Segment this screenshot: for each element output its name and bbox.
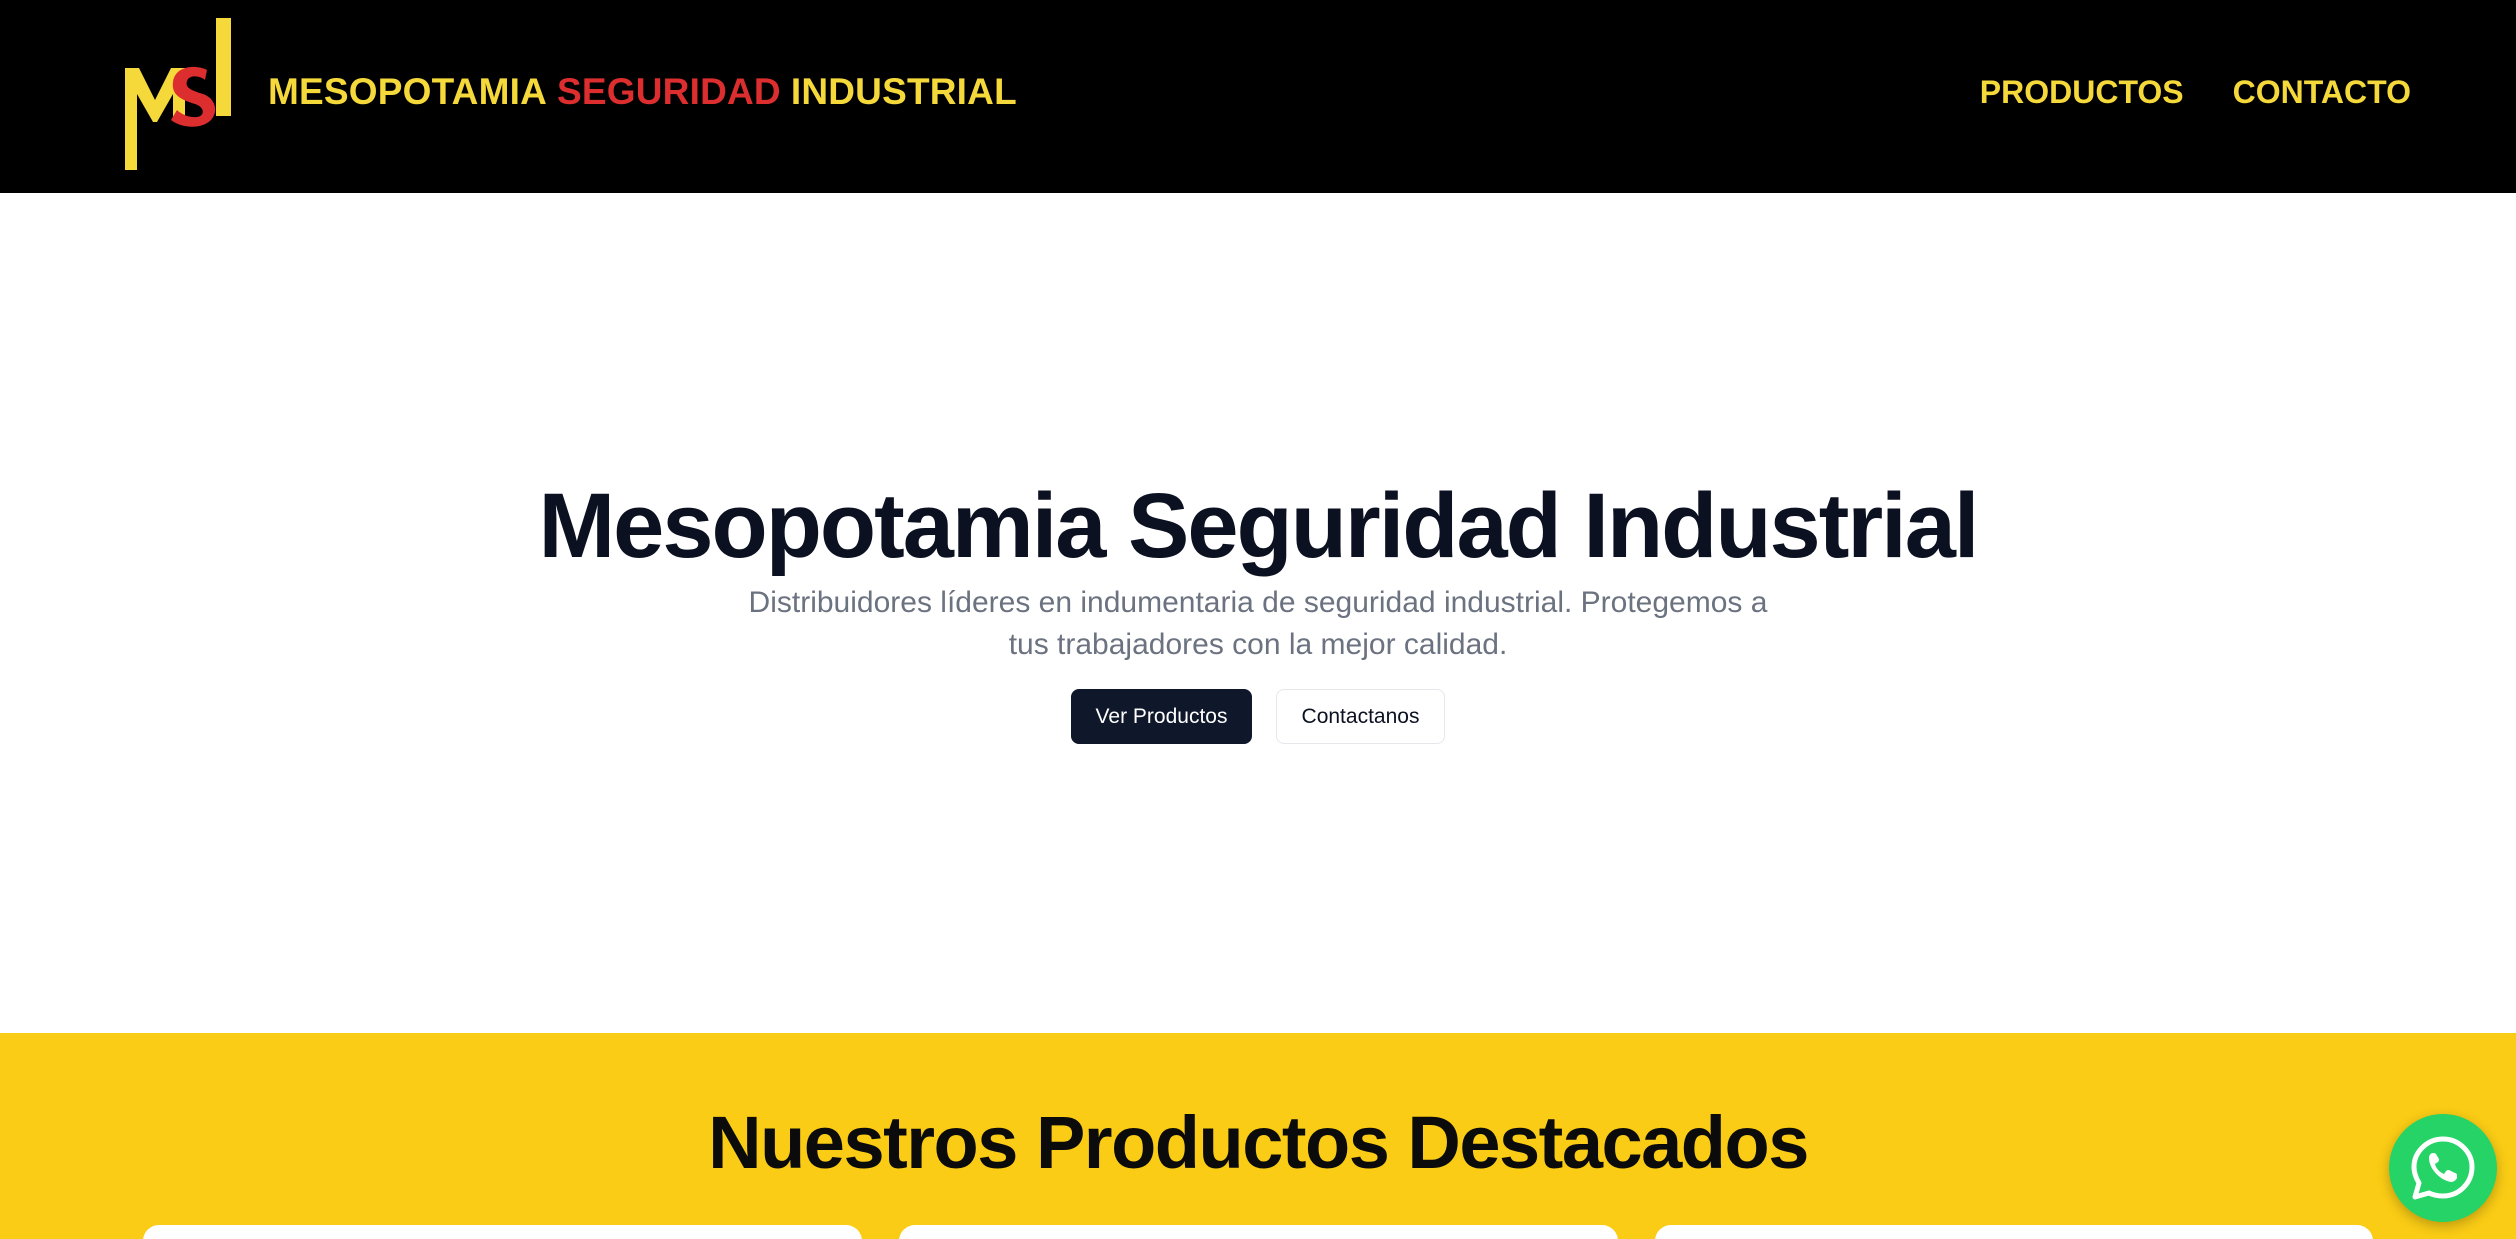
- whatsapp-button[interactable]: [2389, 1114, 2497, 1222]
- nav-link-productos[interactable]: PRODUCTOS: [1980, 70, 2184, 114]
- product-card[interactable]: [143, 1225, 862, 1239]
- brand-name-part3: INDUSTRIAL: [790, 71, 1017, 112]
- hero-title: Mesopotamia Seguridad Industrial: [538, 475, 1980, 577]
- brand-name-part2: SEGURIDAD: [557, 71, 781, 112]
- hero-section: Mesopotamia Seguridad Industrial Distrib…: [0, 193, 2516, 1033]
- ver-productos-button[interactable]: Ver Productos: [1071, 689, 1252, 744]
- product-card[interactable]: [899, 1225, 1618, 1239]
- brand-name[interactable]: MESOPOTAMIA SEGURIDAD INDUSTRIAL: [268, 70, 1017, 114]
- hero-subtitle: Distribuidores líderes en indumentaria d…: [748, 586, 1768, 661]
- msi-logo[interactable]: [125, 18, 233, 170]
- site-header: MESOPOTAMIA SEGURIDAD INDUSTRIAL PRODUCTOS…: [0, 0, 2516, 193]
- main-nav: PRODUCTOS CONTACTO: [1980, 70, 2411, 114]
- msi-logo-graphic: [125, 18, 231, 170]
- featured-products-section: Nuestros Productos Destacados: [0, 1033, 2516, 1239]
- nav-link-contacto[interactable]: CONTACTO: [2233, 70, 2411, 114]
- contactanos-button[interactable]: Contactanos: [1276, 689, 1445, 744]
- hero-buttons: Ver Productos Contactanos: [0, 689, 2516, 744]
- brand-name-part1: MESOPOTAMIA: [268, 71, 548, 112]
- product-card[interactable]: [1655, 1225, 2373, 1239]
- whatsapp-icon: [2411, 1136, 2475, 1200]
- featured-products-title: Nuestros Productos Destacados: [708, 1101, 1809, 1184]
